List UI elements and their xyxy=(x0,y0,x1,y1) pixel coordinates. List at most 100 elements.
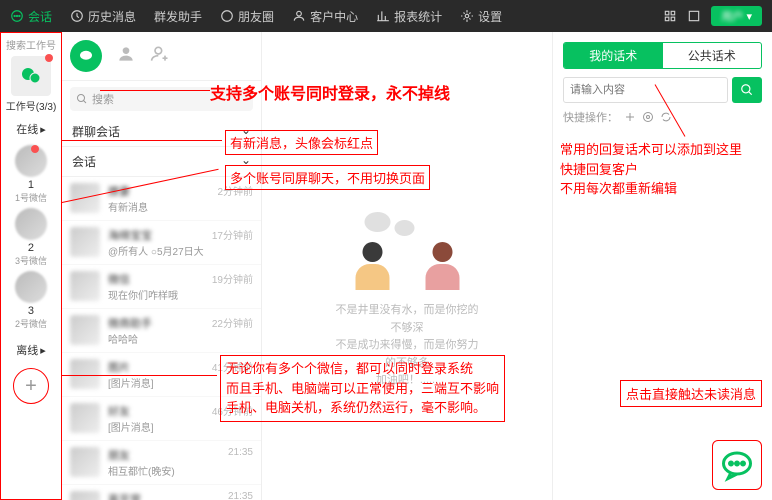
account-number: 3 xyxy=(28,305,34,317)
contacts-icon[interactable] xyxy=(116,44,136,69)
account-label: 3号微信 xyxy=(15,254,47,267)
chat-time: 17分钟前 xyxy=(212,227,253,258)
nav-settings[interactable]: 设置 xyxy=(460,8,502,25)
expand-icon[interactable] xyxy=(687,9,701,23)
chat-list-panel: 搜索 群聊会话⌄ 会话⌄ 撩妻有新消息2分钟前海绵宝宝@所有人 ○5月27日大.… xyxy=(62,32,262,500)
account-number: 2 xyxy=(28,242,34,254)
notification-dot xyxy=(45,54,53,62)
moments-icon xyxy=(220,9,234,23)
user-icon xyxy=(292,9,306,23)
script-search-button[interactable] xyxy=(732,77,762,103)
work-account-icon[interactable] xyxy=(11,56,51,96)
chat-mode-button[interactable] xyxy=(70,40,102,72)
account-avatar xyxy=(15,271,47,303)
chat-avatar xyxy=(70,315,100,345)
clock-icon xyxy=(70,9,84,23)
chat-avatar xyxy=(70,447,100,477)
empty-state-illustration: 不是井里没有水，而是你挖的不够深 不是成功来得慢，而是你努力的不够多 加油吧！.… xyxy=(335,212,480,390)
chat-item[interactable]: 微信现在你们咋样哦 19分钟前 xyxy=(62,265,261,309)
chevron-down-icon: ⌄ xyxy=(241,153,251,170)
chat-item[interactable]: 离平常[表情]21:35 xyxy=(62,485,261,500)
account-item[interactable]: 11号微信 xyxy=(15,145,47,204)
script-search-input[interactable] xyxy=(563,77,728,103)
chat-name: 撩妻 xyxy=(108,183,209,199)
grid-icon[interactable] xyxy=(663,9,677,23)
settings-icon[interactable] xyxy=(642,111,654,123)
chat-list: 撩妻有新消息2分钟前海绵宝宝@所有人 ○5月27日大...17分钟前微信现在你们… xyxy=(62,177,261,500)
offline-section[interactable]: 离线 ▸ xyxy=(16,342,46,358)
chat-avatar xyxy=(70,491,100,500)
speech-icon xyxy=(77,47,95,65)
search-icon xyxy=(740,83,754,97)
unread-float-button[interactable] xyxy=(712,440,762,490)
chat-search-input[interactable]: 搜索 xyxy=(70,87,253,111)
nav-customer[interactable]: 客户中心 xyxy=(292,8,358,25)
refresh-icon[interactable] xyxy=(660,111,672,123)
chart-icon xyxy=(376,9,390,23)
notification-dot xyxy=(31,145,39,153)
chat-item[interactable]: 图片[图片消息] 41分钟前 xyxy=(62,353,261,397)
tab-public-scripts[interactable]: 公共话术 xyxy=(663,43,762,68)
account-avatar xyxy=(15,208,47,240)
account-item[interactable]: 32号微信 xyxy=(15,271,47,330)
group-chat-header[interactable]: 群聊会话⌄ xyxy=(62,117,261,147)
session-header[interactable]: 会话⌄ xyxy=(62,147,261,177)
topbar-right: 用户 ▾ xyxy=(663,6,762,26)
chat-name: 微信 xyxy=(108,271,204,287)
add-account-button[interactable]: + xyxy=(13,368,49,404)
nav-moments[interactable]: 朋友圈 xyxy=(220,8,274,25)
chat-preview: @所有人 ○5月27日大... xyxy=(108,243,204,258)
chat-time: 21:35 xyxy=(228,491,253,500)
search-worknum-label: 搜索工作号 xyxy=(6,37,56,52)
chat-name: 离平常 xyxy=(108,491,220,500)
chat-time: 46分钟前 xyxy=(212,403,253,434)
script-tabs: 我的话术 公共话术 xyxy=(563,42,762,69)
chat-avatar xyxy=(70,271,100,301)
chat-item[interactable]: 海绵宝宝@所有人 ○5月27日大... 17分钟前 xyxy=(62,221,261,265)
chat-time: 41分钟前 xyxy=(212,359,253,390)
nav-reports[interactable]: 报表统计 xyxy=(376,8,442,25)
gear-icon xyxy=(460,9,474,23)
account-number: 1 xyxy=(28,179,34,191)
chat-name: 图片 xyxy=(108,359,204,375)
chat-time: 22分钟前 xyxy=(212,315,253,346)
script-panel: 我的话术 公共话术 快捷操作： xyxy=(552,32,772,500)
chat-preview: 有新消息 xyxy=(108,199,209,214)
chat-name: 微商助手 xyxy=(108,315,204,331)
tab-my-scripts[interactable]: 我的话术 xyxy=(564,43,663,68)
add-icon[interactable] xyxy=(624,111,636,123)
chat-icon xyxy=(10,9,24,23)
chat-time: 19分钟前 xyxy=(212,271,253,302)
account-item[interactable]: 23号微信 xyxy=(15,208,47,267)
chat-item[interactable]: 朋友相互都忙(晚安) 21:35 xyxy=(62,441,261,485)
chat-preview: 现在你们咋样哦 xyxy=(108,287,204,302)
chat-name: 朋友 xyxy=(108,447,220,463)
account-label: 1号微信 xyxy=(15,191,47,204)
add-contact-icon[interactable] xyxy=(150,44,170,69)
chat-preview: 相互都忙(晚安) xyxy=(108,463,220,478)
nav-history[interactable]: 历史消息 xyxy=(70,8,136,25)
account-sidebar: 搜索工作号 工作号(3/3) 在线 ▸ 11号微信 23号微信 32号微信 离线 ▸… xyxy=(0,32,62,500)
user-badge[interactable]: 用户 ▾ xyxy=(711,6,762,26)
chat-content-panel: 不是井里没有水，而是你挖的不够深 不是成功来得慢，而是你努力的不够多 加油吧！.… xyxy=(262,32,552,500)
wechat-bubble-icon xyxy=(719,447,755,483)
work-count-label: 工作号(3/3) xyxy=(6,98,57,113)
chat-name: 海绵宝宝 xyxy=(108,227,204,243)
nav-session[interactable]: 会话 xyxy=(10,8,52,25)
chat-name: 好友 xyxy=(108,403,204,419)
chat-item[interactable]: 好友[图片消息]46分钟前 xyxy=(62,397,261,441)
chevron-down-icon: ⌄ xyxy=(241,123,251,140)
top-navbar: 会话 历史消息 群发助手 朋友圈 客户中心 报表统计 设置 用户 ▾ xyxy=(0,0,772,32)
chat-avatar xyxy=(70,227,100,257)
chat-time: 21:35 xyxy=(228,447,253,478)
chat-preview: [图片消息] xyxy=(108,375,204,390)
chat-time: 2分钟前 xyxy=(217,183,253,214)
chat-avatar xyxy=(70,403,100,433)
chat-avatar xyxy=(70,183,100,213)
online-section[interactable]: 在线 ▸ xyxy=(16,121,46,137)
chat-avatar xyxy=(70,359,100,389)
nav-groupsend[interactable]: 群发助手 xyxy=(154,8,202,25)
chat-item[interactable]: 微商助手哈哈哈22分钟前 xyxy=(62,309,261,353)
chat-item[interactable]: 撩妻有新消息 2分钟前 xyxy=(62,177,261,221)
wechat-icon xyxy=(19,64,43,88)
